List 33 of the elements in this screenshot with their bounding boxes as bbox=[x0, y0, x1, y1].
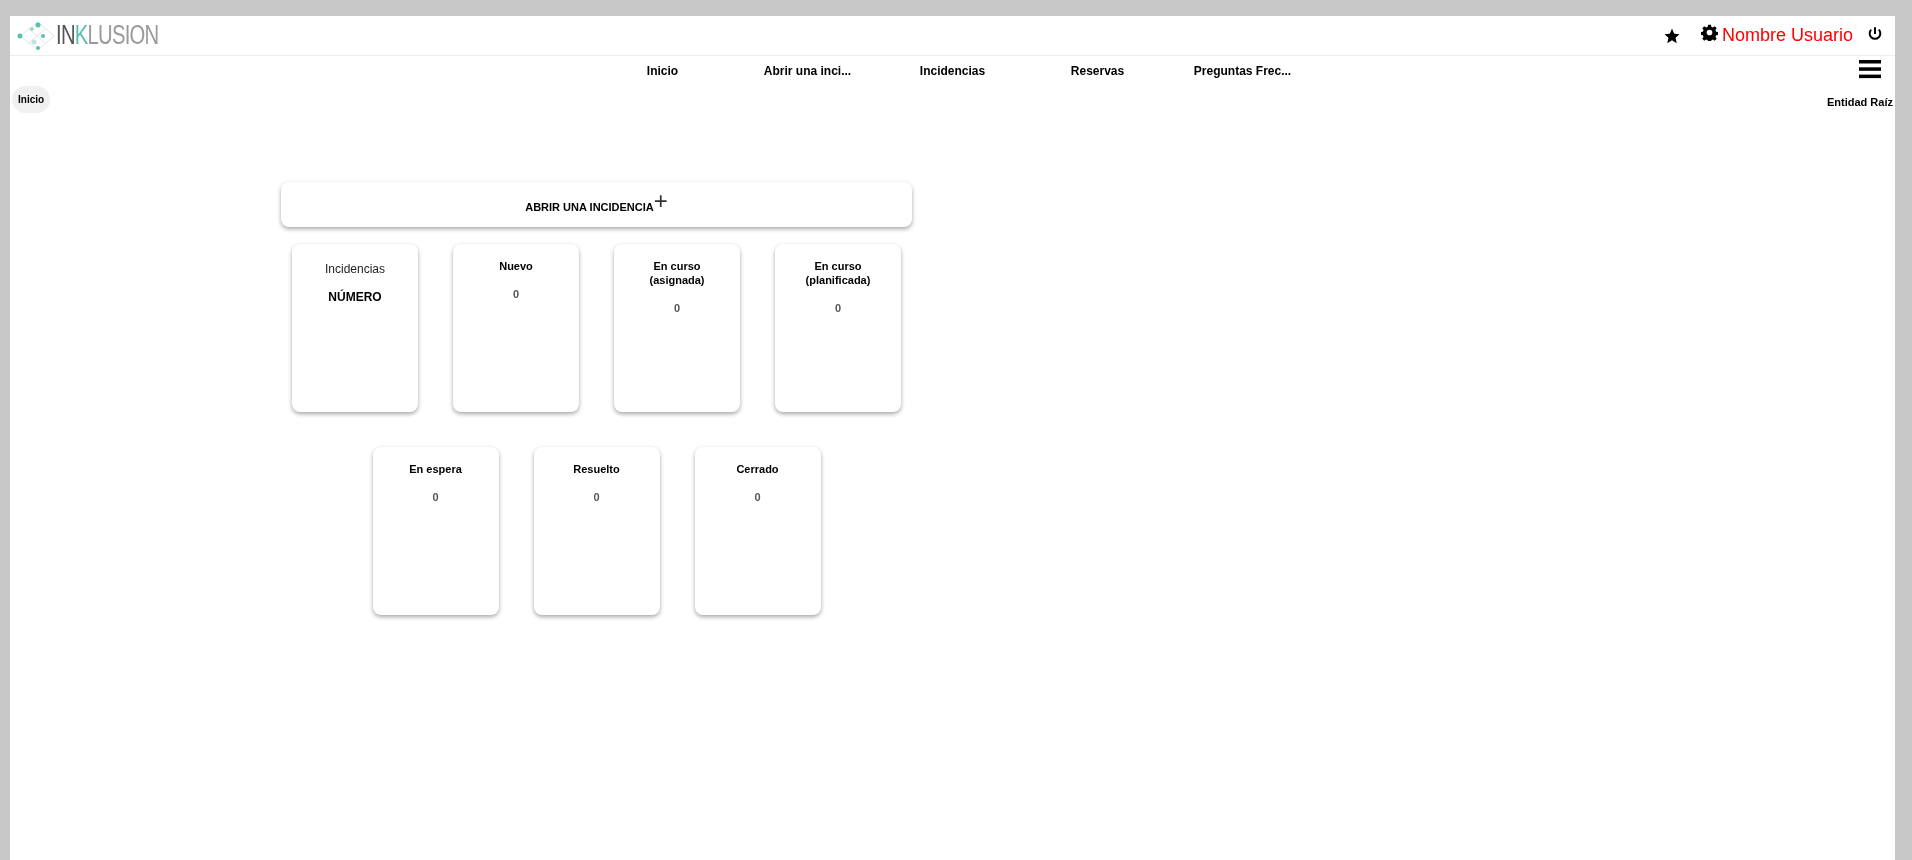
card-value: NÚMERO bbox=[328, 288, 382, 306]
status-card[interactable]: Cerrado 0 bbox=[694, 447, 821, 615]
nav-link[interactable]: Incidencias bbox=[880, 62, 1025, 80]
menu-icon[interactable] bbox=[1859, 59, 1881, 79]
card-title: Nuevo bbox=[498, 260, 534, 274]
card-value: 0 bbox=[673, 300, 681, 316]
user-name[interactable]: Nombre Usuario bbox=[1721, 22, 1853, 49]
logo-text: INKLUSION bbox=[56, 22, 159, 49]
status-card[interactable]: En espera 0 bbox=[372, 447, 499, 615]
power-icon[interactable] bbox=[1867, 25, 1883, 42]
nav-link[interactable]: Preguntas Frec... bbox=[1170, 62, 1315, 80]
status-card[interactable]: Nuevo 0 bbox=[453, 244, 579, 412]
card-title: En curso (asignada) bbox=[648, 260, 706, 288]
card-title: En espera bbox=[408, 463, 463, 477]
nav-link[interactable]: Inicio bbox=[590, 62, 735, 80]
card-title: Cerrado bbox=[735, 463, 780, 477]
card-value: 0 bbox=[754, 489, 761, 505]
status-card[interactable]: Incidencias NÚMERO bbox=[292, 244, 418, 412]
card-value: 0 bbox=[432, 489, 439, 505]
status-card[interactable]: Resuelto 0 bbox=[533, 447, 660, 615]
card-value: 0 bbox=[834, 300, 842, 316]
entity-name: Entidad Raíz bbox=[1827, 95, 1893, 110]
card-title: Resuelto bbox=[572, 463, 621, 477]
card-value: 0 bbox=[512, 286, 520, 302]
nav-link[interactable]: Abrir una inci... bbox=[735, 62, 880, 80]
card-title: Incidencias bbox=[324, 261, 385, 278]
nav-link[interactable]: Reservas bbox=[1025, 62, 1170, 80]
card-title: En curso (planificada) bbox=[804, 260, 872, 288]
breadcrumb-item[interactable]: Inicio bbox=[12, 86, 51, 113]
card-value: 0 bbox=[593, 489, 600, 505]
status-card[interactable]: En curso (asignada) 0 bbox=[614, 244, 740, 412]
status-card[interactable]: En curso (planificada) 0 bbox=[775, 244, 901, 412]
gear-icon[interactable] bbox=[1700, 24, 1718, 41]
